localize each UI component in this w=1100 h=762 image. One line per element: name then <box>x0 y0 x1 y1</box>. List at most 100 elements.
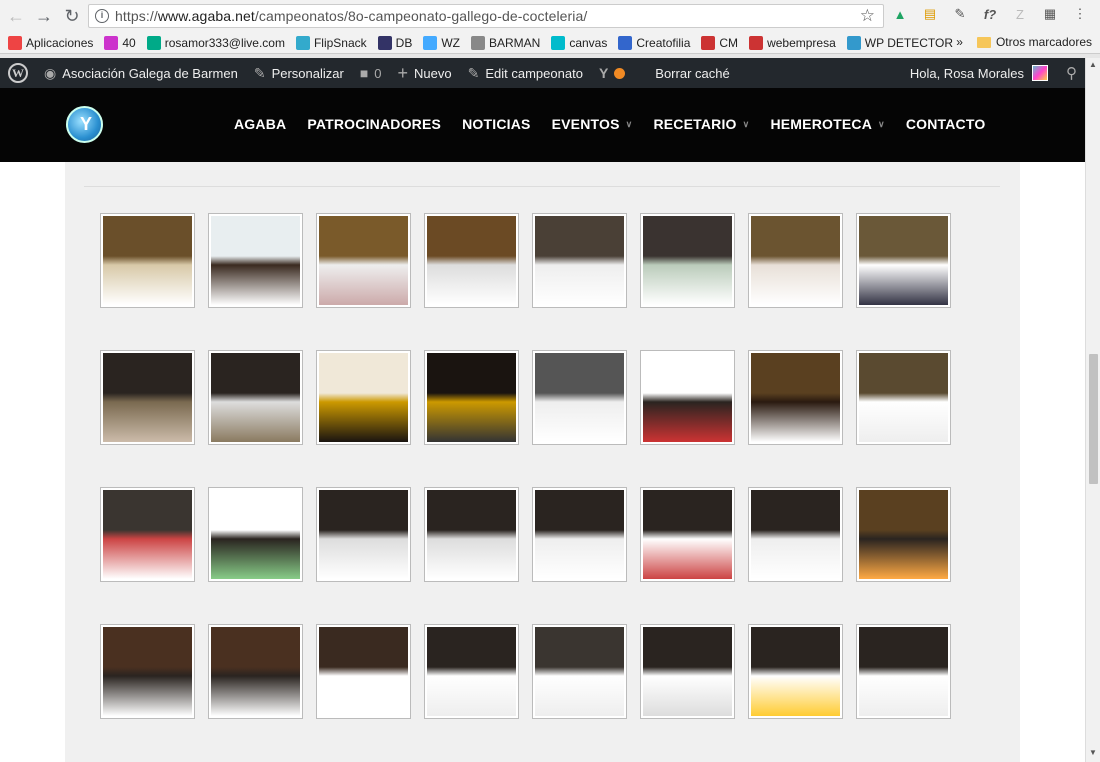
reload-icon[interactable]: ↻ <box>60 4 84 28</box>
gallery-thumbnail[interactable] <box>100 213 195 308</box>
avatar[interactable] <box>1032 65 1048 81</box>
gallery-thumbnail[interactable] <box>316 487 411 582</box>
gallery-thumbnail[interactable] <box>856 624 951 719</box>
gallery-thumbnail[interactable] <box>748 624 843 719</box>
gallery-thumbnail[interactable] <box>100 487 195 582</box>
gallery-thumbnail[interactable] <box>316 350 411 445</box>
back-arrow-icon[interactable]: ← <box>4 4 28 28</box>
photo-image <box>751 627 840 716</box>
gallery-thumbnail[interactable] <box>856 350 951 445</box>
gallery-thumbnail[interactable] <box>640 624 735 719</box>
bookmark-item[interactable]: FlipSnack <box>295 35 367 50</box>
photo-image <box>103 627 192 716</box>
customize-link[interactable]: ✎ Personalizar <box>246 58 352 88</box>
edit-campeonato-link[interactable]: ✎ Edit campeonato <box>460 58 591 88</box>
menu-item-recetario[interactable]: RECETARIO ∨ <box>653 116 749 132</box>
gallery-thumbnail[interactable] <box>856 487 951 582</box>
menu-dots-icon[interactable]: ⋮ <box>1070 4 1090 24</box>
bookmark-item[interactable]: rosamor333@live.com <box>146 35 285 50</box>
forward-arrow-icon[interactable]: → <box>32 4 56 28</box>
gallery-thumbnail[interactable] <box>640 350 735 445</box>
agaba-logo[interactable] <box>66 106 103 143</box>
gallery-thumbnail[interactable] <box>316 624 411 719</box>
gallery-thumbnail[interactable] <box>100 350 195 445</box>
gallery-thumbnail[interactable] <box>424 624 519 719</box>
bookmark-item[interactable]: CM <box>701 35 738 50</box>
user-greeting[interactable]: Hola, Rosa Morales <box>910 66 1024 81</box>
photo-image <box>103 216 192 305</box>
bookmark-item[interactable]: BARMAN <box>470 35 540 50</box>
reader-icon[interactable]: ▦ <box>1040 4 1060 24</box>
search-icon[interactable]: ⚲ <box>1066 64 1077 82</box>
gallery-thumbnail[interactable] <box>532 350 627 445</box>
gallery-thumbnail[interactable] <box>748 213 843 308</box>
bookmark-label: FlipSnack <box>313 35 367 50</box>
more-bookmarks-button[interactable]: » <box>956 35 963 49</box>
yoast-seo-button[interactable]: Y <box>591 58 633 88</box>
scroll-up-icon[interactable]: ▲ <box>1089 60 1097 69</box>
scroll-thumb[interactable] <box>1089 354 1098 484</box>
bookmark-item[interactable]: Aplicaciones <box>8 35 93 50</box>
scroll-down-icon[interactable]: ▼ <box>1089 748 1097 757</box>
gallery-thumbnail[interactable] <box>424 487 519 582</box>
gallery-thumbnail[interactable] <box>748 487 843 582</box>
gallery-thumbnail[interactable] <box>532 624 627 719</box>
bookmark-item[interactable]: WP DETECTOR <box>846 35 953 50</box>
gallery-thumbnail[interactable] <box>748 350 843 445</box>
gallery-thumbnail[interactable] <box>640 487 735 582</box>
browser-toolbar: ← → ↻ i https://www.agaba.net/campeonato… <box>0 0 1100 32</box>
bookmark-item[interactable]: 40 <box>104 35 136 50</box>
site-name-link[interactable]: ◉ Asociación Galega de Barmen <box>36 58 246 88</box>
other-bookmarks-button[interactable]: Otros marcadores <box>996 35 1092 49</box>
menu-item-eventos[interactable]: EVENTOS ∨ <box>552 116 633 132</box>
bookmark-item[interactable]: Creatofilia <box>618 35 690 50</box>
gallery-thumbnail[interactable] <box>532 487 627 582</box>
menu-item-hemeroteca[interactable]: HEMEROTECA ∨ <box>770 116 884 132</box>
gallery-thumbnail[interactable] <box>100 624 195 719</box>
url-text[interactable]: https://www.agaba.net/campeonatos/8o-cam… <box>115 8 587 24</box>
folder-icon <box>976 36 991 48</box>
menu-item-agaba[interactable]: AGABA <box>234 116 286 132</box>
menu-item-label: HEMEROTECA <box>770 116 873 132</box>
gallery-thumbnail[interactable] <box>424 213 519 308</box>
bookmark-star-icon[interactable]: ☆ <box>860 6 875 26</box>
extension-z-icon[interactable]: Z <box>1010 4 1030 24</box>
gallery-thumbnail[interactable] <box>208 213 303 308</box>
eyedropper-icon[interactable]: ✎ <box>950 4 970 24</box>
photo-image <box>535 353 624 442</box>
chevron-down-icon: ∨ <box>742 118 750 129</box>
menu-item-label: EVENTOS <box>551 116 620 132</box>
drive-icon[interactable]: ▲ <box>890 4 910 24</box>
wp-logo-button[interactable]: W <box>0 58 36 88</box>
bookmark-item[interactable]: WZ <box>423 35 460 50</box>
content-divider <box>84 186 1000 187</box>
menu-item-noticias[interactable]: NOTICIAS <box>462 116 531 132</box>
menu-item-patrocinadores[interactable]: PATROCINADORES <box>307 116 441 132</box>
address-bar[interactable]: i https://www.agaba.net/campeonatos/8o-c… <box>88 4 884 28</box>
comments-link[interactable]: ■ 0 <box>352 58 390 88</box>
wordpress-icon: W <box>8 63 28 83</box>
gallery-thumbnail[interactable] <box>316 213 411 308</box>
gallery-thumbnail[interactable] <box>208 350 303 445</box>
gallery-thumbnail[interactable] <box>640 213 735 308</box>
flipsnack-icon <box>295 35 310 50</box>
bookmark-item[interactable]: canvas <box>551 35 607 50</box>
bookmark-item[interactable]: webempresa <box>749 35 836 50</box>
page-scrollbar[interactable]: ▲ ▼ <box>1085 58 1100 762</box>
new-link[interactable]: + Nuevo <box>390 58 460 88</box>
photo-image <box>103 490 192 579</box>
photo-image <box>535 627 624 716</box>
photo-image <box>211 216 300 305</box>
clear-cache-link[interactable]: Borrar caché <box>647 58 737 88</box>
gallery-thumbnail[interactable] <box>856 213 951 308</box>
menu-item-contacto[interactable]: CONTACTO <box>906 116 986 132</box>
info-icon[interactable]: i <box>95 9 109 23</box>
extension-ticket-icon[interactable]: ▤ <box>920 4 940 24</box>
font-detector-icon[interactable]: f? <box>980 4 1000 24</box>
gallery-thumbnail[interactable] <box>532 213 627 308</box>
bookmark-item[interactable]: DB <box>377 35 412 50</box>
bookmark-label: rosamor333@live.com <box>164 35 285 50</box>
gallery-thumbnail[interactable] <box>424 350 519 445</box>
gallery-thumbnail[interactable] <box>208 624 303 719</box>
gallery-thumbnail[interactable] <box>208 487 303 582</box>
